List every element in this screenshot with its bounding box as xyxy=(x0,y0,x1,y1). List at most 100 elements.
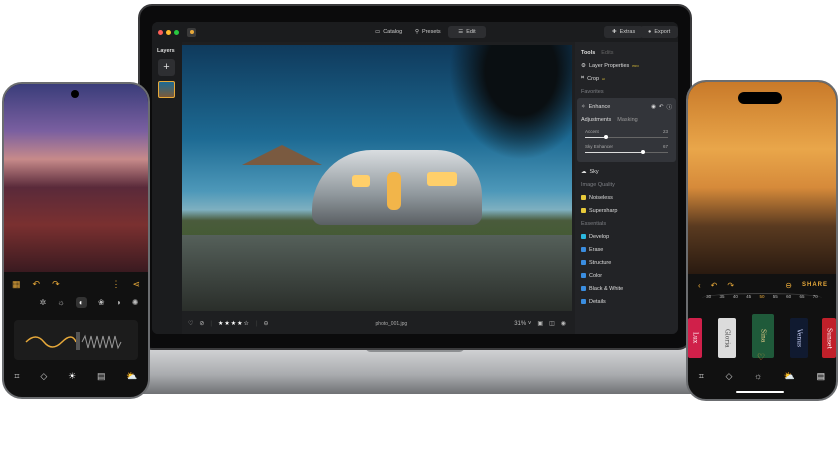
film-preset[interactable]: Venus xyxy=(790,318,808,358)
dynamic-island xyxy=(738,92,782,104)
enhance-icon: ✧ xyxy=(581,103,586,110)
split-view-icon[interactable]: ◫ xyxy=(549,320,555,327)
ground xyxy=(182,235,572,311)
accent-slider[interactable] xyxy=(585,135,668,139)
star-icon[interactable]: ☆ xyxy=(244,321,250,327)
tool-details[interactable]: Details xyxy=(581,295,672,308)
sky-enhancer-slider[interactable] xyxy=(585,150,668,154)
photo-canvas[interactable] xyxy=(182,45,572,311)
eye-icon[interactable]: ◉ xyxy=(561,320,566,327)
color-icon[interactable]: ❀ xyxy=(98,298,105,307)
add-layer-button[interactable]: + xyxy=(158,59,175,76)
tab-tools[interactable]: Tools xyxy=(581,50,595,56)
film-preset[interactable]: Lux xyxy=(688,318,702,358)
share-icon[interactable]: ⋖ xyxy=(132,279,148,290)
more-icon[interactable]: ⋮ xyxy=(111,279,120,290)
crop-icon[interactable]: ⌗ xyxy=(699,371,704,382)
reset-icon[interactable]: ↶ xyxy=(659,104,664,110)
enhance-tool-card: ✧ Enhance ◉ ↶ ⓘ Adjustments Masking Accent 23 … xyxy=(577,98,676,162)
accent-label: Accent xyxy=(585,129,599,134)
light-icon[interactable]: ☼ xyxy=(754,371,762,381)
compare-icon[interactable]: ▣ xyxy=(537,320,543,327)
tool-icon-2[interactable]: ☼ xyxy=(57,298,64,307)
adjustment-wheel[interactable] xyxy=(14,320,138,360)
tool-black-white[interactable]: Black & White xyxy=(581,282,672,295)
tool-icon-1[interactable]: ✲ xyxy=(40,298,47,307)
film-preset[interactable]: Sunset xyxy=(822,318,836,358)
luminar-app-window: ▭ Catalog ⚲ Presets ☰ Edit ✚ Extras ● Export … xyxy=(152,22,678,334)
tool-icon xyxy=(581,299,586,304)
dial-tick: 30 xyxy=(706,294,712,299)
tool-erase[interactable]: Erase xyxy=(581,243,672,256)
erase-icon[interactable]: ◇ xyxy=(40,371,47,382)
info-icon[interactable]: ⓘ xyxy=(666,103,672,111)
folder-icon: ▭ xyxy=(375,29,381,35)
supersharp-icon xyxy=(581,208,586,213)
tool-crop[interactable]: ⌗ Crop AI xyxy=(581,72,672,85)
close-window-button[interactable] xyxy=(158,29,163,35)
tool-develop[interactable]: Develop xyxy=(581,230,672,243)
reject-icon[interactable]: ⊘ xyxy=(199,320,204,327)
tool-icon xyxy=(581,234,586,239)
left-phone: ▦ ↶ ↷ ⋮ ⋖ ✲ ☼ ◐ ❀ ◑ ✺ ⌗ ◇ ☀ ▤ ⛅ xyxy=(2,82,150,399)
tab-edits[interactable]: Edits xyxy=(601,50,613,56)
tool-structure[interactable]: Structure xyxy=(581,256,672,269)
tool-layer-properties[interactable]: ⚙ Layer Properties PRO xyxy=(581,59,672,72)
layers-title: Layers xyxy=(157,48,175,54)
tab-edit[interactable]: ☰ Edit xyxy=(448,26,486,38)
erase-icon[interactable]: ◇ xyxy=(725,371,732,382)
dial-tick: 50 xyxy=(759,294,765,299)
tab-catalog[interactable]: ▭ Catalog xyxy=(367,26,410,38)
undo-icon[interactable]: ↶ xyxy=(33,279,41,290)
back-icon[interactable]: ‹ xyxy=(698,281,701,290)
share-button[interactable]: SHARE xyxy=(802,282,836,288)
film-icon[interactable]: ▤ xyxy=(817,371,826,382)
minus-circle-icon[interactable]: ⊖ xyxy=(264,320,269,327)
tool-sky[interactable]: ☁ Sky xyxy=(581,165,672,178)
mountain-photo[interactable] xyxy=(4,84,148,272)
export-button[interactable]: ● Export xyxy=(640,26,678,38)
options-icon[interactable]: ⊖ xyxy=(785,281,792,290)
wave-slider xyxy=(25,332,122,350)
contrast-icon[interactable]: ◐ xyxy=(75,296,87,308)
dial-tick: 45 xyxy=(746,294,752,299)
tool-icon xyxy=(581,247,586,252)
tab-masking[interactable]: Masking xyxy=(617,117,637,123)
favorite-heart-icon[interactable]: ♡ xyxy=(757,352,765,363)
star-rating[interactable]: ★★★★☆ xyxy=(218,320,250,327)
tab-presets[interactable]: ⚲ Presets xyxy=(407,26,449,38)
app-logo-icon[interactable] xyxy=(187,27,196,37)
extras-button[interactable]: ✚ Extras xyxy=(604,26,644,38)
tab-adjustments[interactable]: Adjustments xyxy=(581,117,611,123)
sunset-photo[interactable] xyxy=(688,82,836,274)
top-bar: ▭ Catalog ⚲ Presets ☰ Edit ✚ Extras ● Export xyxy=(152,22,678,42)
layer-thumbnail[interactable] xyxy=(158,81,175,98)
tool-color[interactable]: Color xyxy=(581,269,672,282)
sky-icon[interactable]: ⛅ xyxy=(784,371,795,382)
undo-icon[interactable]: ↶ xyxy=(711,281,718,290)
texture-icon[interactable]: ✺ xyxy=(132,298,139,307)
redo-icon[interactable]: ↷ xyxy=(52,279,60,290)
eye-icon[interactable]: ◉ xyxy=(651,104,656,110)
cloud-icon: ☁ xyxy=(581,168,587,175)
tone-icon[interactable]: ◑ xyxy=(116,298,121,307)
heart-icon[interactable]: ♡ xyxy=(188,320,193,327)
dial-tick: 70 xyxy=(812,294,818,299)
tool-noiseless[interactable]: Noiseless xyxy=(581,191,672,204)
presets-icon[interactable]: ▤ xyxy=(97,371,106,382)
redo-icon[interactable]: ↷ xyxy=(727,281,734,290)
dial-slider[interactable]: 30 35 40 45 50 55 60 65 70 xyxy=(702,293,822,303)
crop-icon[interactable]: ⌗ xyxy=(14,371,19,382)
favorites-heading: Favorites xyxy=(581,88,604,95)
film-preset[interactable]: Gloria xyxy=(718,318,736,358)
light-icon[interactable]: ☀ xyxy=(68,371,76,382)
front-camera xyxy=(71,90,79,98)
maximize-window-button[interactable] xyxy=(174,29,179,35)
zoom-select[interactable]: 31% ˅ xyxy=(514,321,531,327)
tool-supersharp[interactable]: Supersharp xyxy=(581,204,672,217)
enhance-title[interactable]: Enhance xyxy=(589,104,611,110)
crop-icon: ⌗ xyxy=(581,75,585,81)
grid-icon[interactable]: ▦ xyxy=(12,279,21,290)
sky-icon[interactable]: ⛅ xyxy=(126,371,137,382)
minimize-window-button[interactable] xyxy=(166,29,171,35)
